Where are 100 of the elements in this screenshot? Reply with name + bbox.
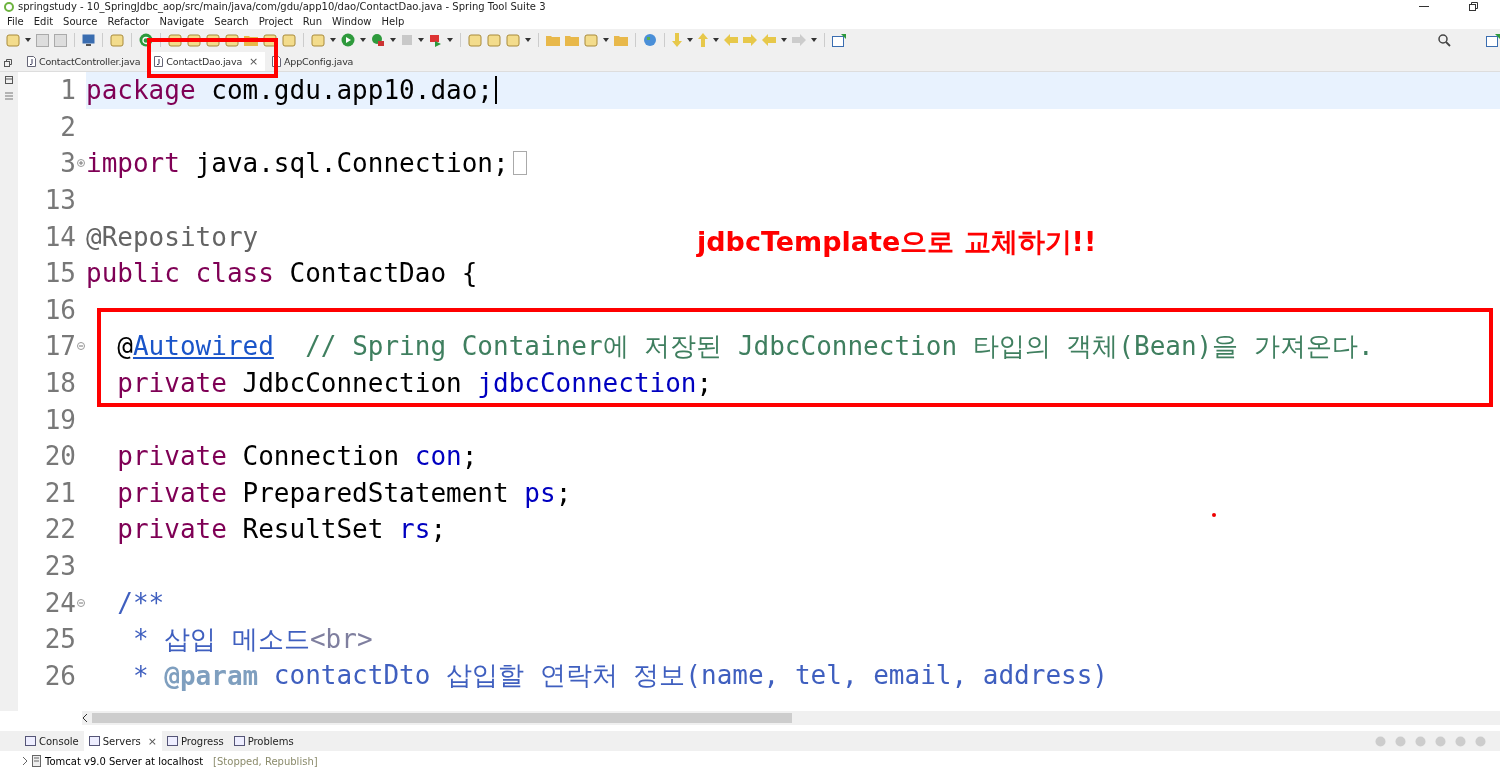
flag-icon[interactable] (429, 33, 442, 47)
menu-item[interactable]: Help (376, 15, 410, 27)
collapsed-view-icon[interactable] (5, 76, 13, 84)
line-number: 2 (59, 111, 76, 142)
window-icon[interactable] (1486, 33, 1500, 47)
line-number: 26 (43, 660, 76, 691)
code-text: jdbcConnection (477, 368, 697, 399)
caret-icon[interactable] (447, 38, 453, 42)
caret-icon[interactable] (713, 38, 719, 42)
caret-icon[interactable] (25, 38, 31, 42)
code-text: ; (461, 441, 478, 472)
line-number: 13 (43, 185, 76, 216)
caret-icon[interactable] (525, 38, 531, 42)
line-number: 21 (43, 477, 76, 508)
fold-minus-icon[interactable] (77, 598, 85, 607)
code-text: contactDto 삽입할 연락처 정보(name, tel, email, address) (272, 659, 1108, 693)
line-number: 18 (43, 368, 76, 399)
code-text: private (116, 441, 227, 472)
code-link[interactable]: Autowired (132, 331, 274, 362)
code-text: @ (116, 331, 133, 362)
menu-item[interactable]: Edit (28, 15, 59, 27)
folder-icon[interactable] (614, 34, 628, 46)
java-file-icon (27, 56, 36, 67)
save-icon[interactable] (36, 33, 49, 47)
panel-tab[interactable]: Progress (161, 731, 229, 751)
code-text: java.sql.Connection; (194, 148, 509, 179)
code-text: @param (164, 660, 259, 691)
menu-item[interactable]: Search (209, 15, 254, 27)
restore-icon[interactable] (1469, 2, 1478, 11)
code-text: @Repository (86, 221, 259, 252)
restore-icon[interactable] (4, 59, 12, 67)
close-icon[interactable]: × (249, 55, 259, 68)
bug-icon[interactable] (371, 33, 385, 47)
globe-icon[interactable] (643, 33, 657, 47)
text-cursor (495, 76, 497, 105)
menu-item[interactable]: Refactor (102, 15, 155, 27)
panel-tab[interactable]: Servers × (83, 731, 162, 751)
code-text: rs (399, 514, 431, 545)
code-text: private (116, 368, 227, 399)
menu-item[interactable]: Run (297, 15, 328, 27)
panel-tab[interactable]: Console (20, 731, 84, 751)
folder-icon[interactable] (244, 34, 258, 46)
code-text: * 삽입 메소드 (131, 622, 310, 656)
caret-icon[interactable] (603, 38, 609, 42)
line-number: 15 (43, 258, 76, 289)
menu-item[interactable]: Source (58, 15, 103, 27)
code-text: <br> (309, 624, 373, 655)
minimize-icon[interactable] (1419, 5, 1429, 8)
fold-plus-icon[interactable] (77, 159, 85, 168)
code-text: * (131, 660, 150, 691)
menu-item[interactable]: Navigate (154, 15, 210, 27)
scroll-left-icon[interactable] (82, 714, 88, 722)
panel-icon (166, 736, 178, 746)
collapsed-code-marker[interactable] (512, 151, 527, 176)
caret-icon[interactable] (390, 38, 396, 42)
line-number: 14 (43, 221, 76, 252)
caret-icon[interactable] (360, 38, 366, 42)
code-text: Connection (241, 441, 401, 472)
line-number: 20 (43, 441, 76, 472)
search-icon[interactable] (1438, 33, 1451, 47)
menu-item[interactable]: Project (253, 15, 298, 27)
close-icon[interactable]: × (147, 734, 157, 748)
window-icon[interactable] (832, 33, 846, 47)
server-status: [Stopped, Republish] (213, 755, 318, 767)
line-number: 16 (43, 294, 76, 325)
line-number: 22 (43, 514, 76, 545)
code-text: private (116, 477, 227, 508)
new-file-icon[interactable] (6, 33, 20, 47)
caret-icon[interactable] (811, 38, 817, 42)
power-icon[interactable] (139, 33, 153, 47)
line-number: 25 (43, 624, 76, 655)
line-number: 1 (59, 75, 76, 106)
folder-icon[interactable] (546, 34, 560, 46)
menu-item[interactable]: File (2, 15, 29, 27)
save-icon[interactable] (54, 33, 67, 47)
folder-icon[interactable] (565, 34, 579, 46)
caret-icon[interactable] (418, 38, 424, 42)
code-text: PreparedStatement (241, 477, 510, 508)
line-number: 24 (43, 587, 76, 618)
server-icon (32, 755, 41, 767)
code-text: ps (524, 477, 556, 508)
server-name[interactable]: Tomcat v9.0 Server at localhost (45, 755, 204, 767)
run-icon[interactable] (341, 33, 355, 47)
app-logo-icon (4, 1, 14, 12)
annotation-note: jdbcTemplate으로 교체하기!! (697, 225, 1097, 259)
code-text: ; (430, 514, 447, 545)
caret-icon[interactable] (330, 38, 336, 42)
editor-tab[interactable]: ContactController.java (20, 52, 148, 71)
fold-minus-icon[interactable] (77, 342, 85, 351)
code-text: ; (555, 477, 572, 508)
caret-icon[interactable] (781, 38, 787, 42)
line-number: 23 (43, 551, 76, 581)
code-text: private (116, 514, 227, 545)
window-title: springstudy - 10_SpringJdbc_aop/src/main/java/com/gdu/app10/dao/ContactDao.java - Spring Tool Suite 3 (18, 1, 546, 12)
line-number: 19 (43, 404, 76, 435)
code-text: package (86, 75, 196, 106)
menu-item[interactable]: Window (327, 15, 377, 27)
monitor-icon[interactable] (82, 34, 95, 46)
panel-tab[interactable]: Problems (228, 731, 299, 751)
caret-icon[interactable] (687, 38, 693, 42)
